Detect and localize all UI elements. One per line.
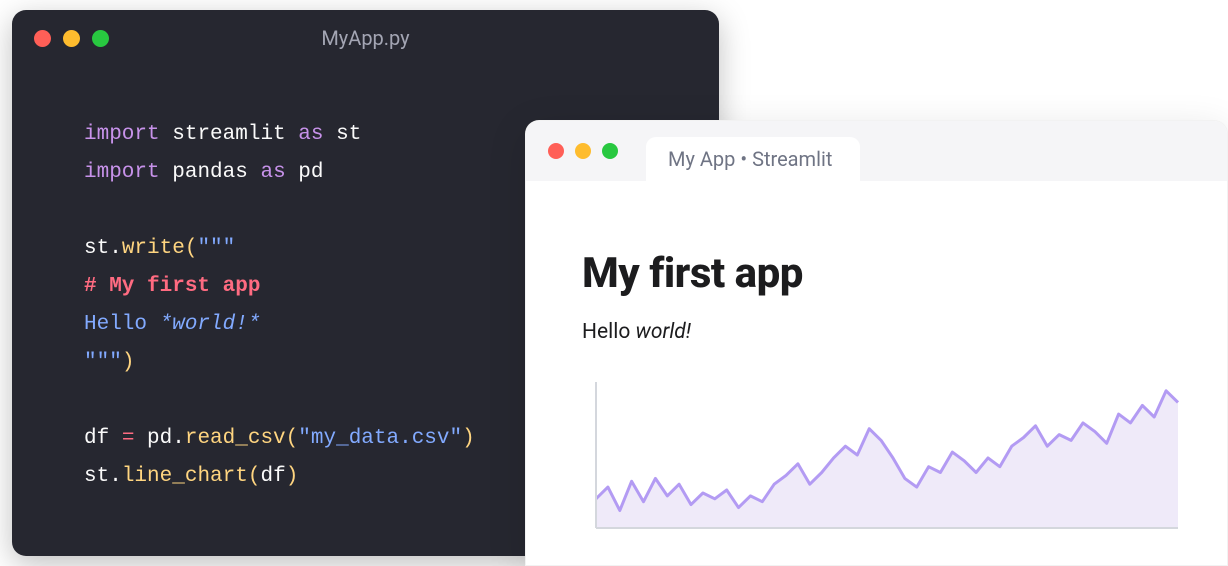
line-chart-svg — [582, 378, 1182, 538]
line-chart — [582, 378, 1182, 538]
browser-tabbar: My App • Streamlit — [526, 121, 1227, 181]
code-tok: df — [84, 427, 122, 450]
editor-titlebar: MyApp.py — [12, 10, 719, 66]
app-text-plain: Hello — [582, 320, 636, 344]
code-tok: Hello — [84, 313, 160, 336]
code-tok: """ — [197, 237, 235, 260]
code-tok: pd — [134, 427, 172, 450]
code-tok: pd — [298, 161, 323, 184]
browser-tab[interactable]: My App • Streamlit — [646, 137, 860, 181]
browser-tab-title: My App • Streamlit — [668, 147, 832, 171]
close-icon[interactable] — [548, 143, 564, 159]
browser-traffic-lights — [548, 143, 618, 159]
page-title: My first app — [582, 249, 1171, 298]
minimize-icon[interactable] — [63, 30, 80, 47]
maximize-icon[interactable] — [92, 30, 109, 47]
code-tok: ) — [122, 351, 135, 374]
code-tok: """ — [84, 351, 122, 374]
browser-content: My first app Hello world! — [526, 181, 1227, 538]
code-tok: import — [84, 161, 160, 184]
code-tok: st — [84, 465, 109, 488]
minimize-icon[interactable] — [575, 143, 591, 159]
code-tok: # My first app — [84, 275, 260, 298]
code-tok: . — [109, 465, 122, 488]
code-tok: . — [109, 237, 122, 260]
code-tok: "my_data.csv" — [298, 427, 462, 450]
code-tok: st — [84, 237, 109, 260]
code-tok: = — [122, 427, 135, 450]
code-tok: ) — [462, 427, 475, 450]
maximize-icon[interactable] — [602, 143, 618, 159]
code-tok: write — [122, 237, 185, 260]
code-tok: df — [260, 465, 285, 488]
code-tok: read_csv — [185, 427, 286, 450]
code-tok: pandas — [172, 161, 248, 184]
code-tok: ( — [185, 237, 198, 260]
code-tok: ( — [248, 465, 261, 488]
code-tok: line_chart — [122, 465, 248, 488]
editor-filename: MyApp.py — [12, 26, 719, 50]
code-tok: import — [84, 123, 160, 146]
editor-traffic-lights — [34, 30, 109, 47]
code-tok: ) — [286, 465, 299, 488]
code-tok: *world!* — [160, 313, 261, 336]
close-icon[interactable] — [34, 30, 51, 47]
app-text-italic: world! — [636, 320, 692, 344]
code-tok: st — [336, 123, 361, 146]
code-tok: ( — [286, 427, 299, 450]
code-tok: as — [298, 123, 323, 146]
code-tok: . — [172, 427, 185, 450]
browser-window: My App • Streamlit My first app Hello wo… — [525, 120, 1228, 566]
code-tok: streamlit — [172, 123, 285, 146]
app-text: Hello world! — [582, 320, 1171, 344]
code-tok: as — [260, 161, 285, 184]
